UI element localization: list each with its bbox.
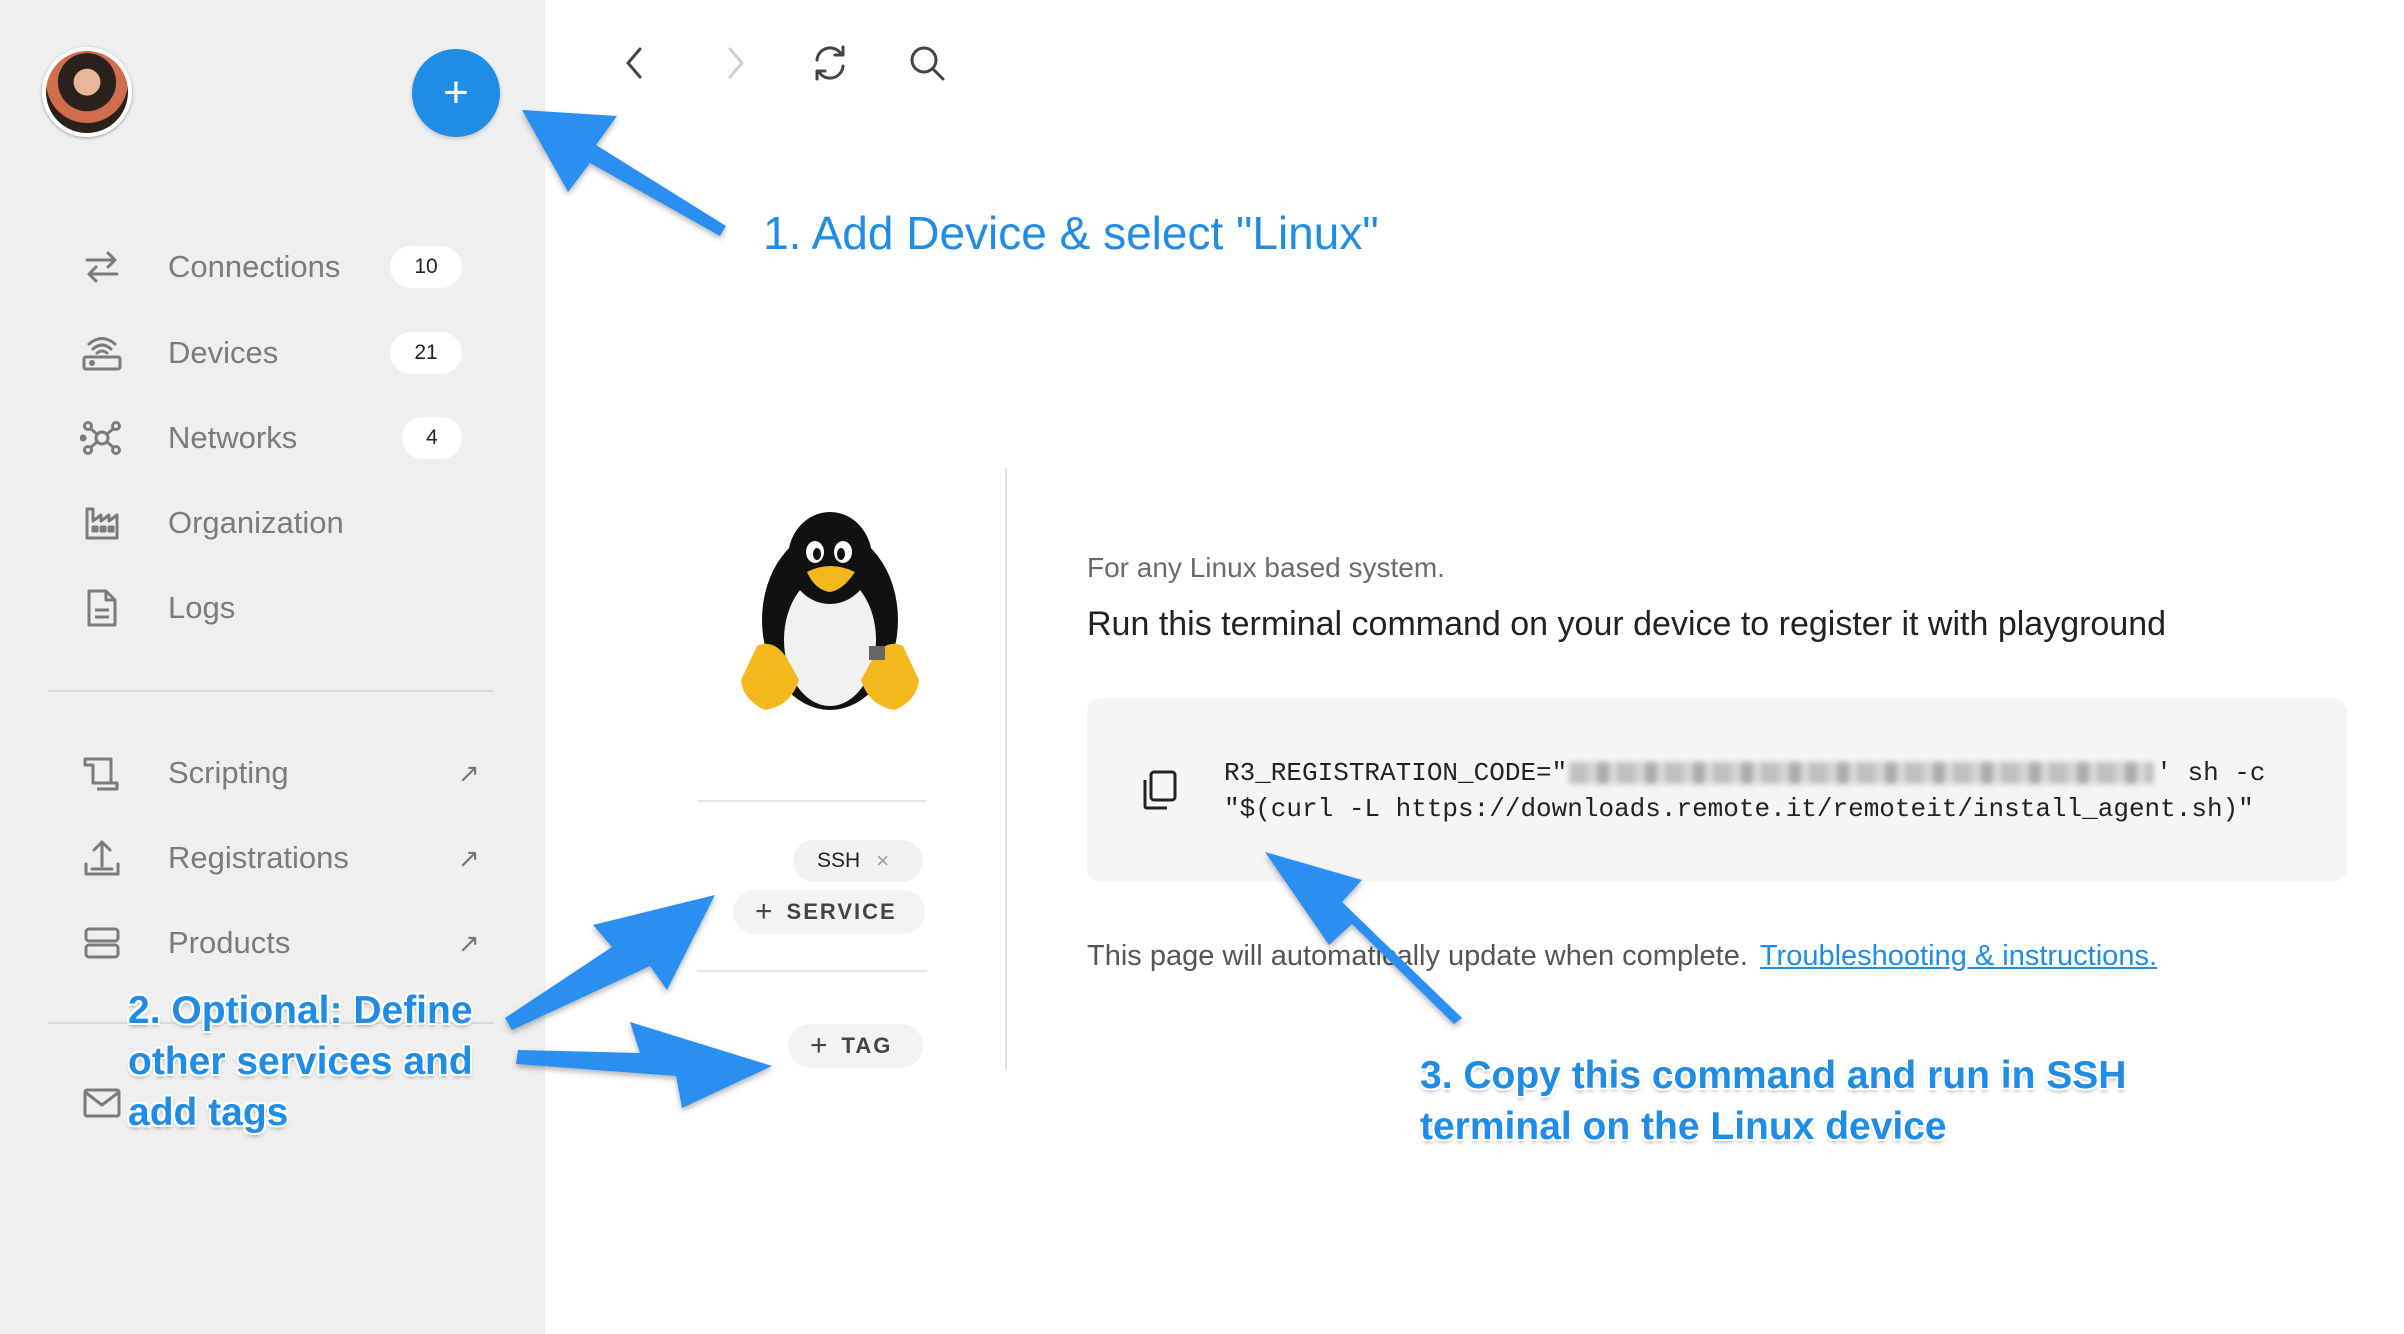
subtitle: For any Linux based system. (1087, 552, 1445, 583)
networks-icon (78, 414, 126, 462)
refresh-button[interactable] (805, 40, 855, 90)
sidebar-item-networks[interactable]: Networks 4 (0, 403, 545, 473)
count-badge: 10 (390, 246, 462, 288)
command-line-2[interactable]: "$(curl -L https://downloads.remote.it/r… (1224, 794, 2254, 824)
annotation-line: 3. Copy this command and run in SSH (1420, 1054, 2127, 1097)
annotation-line: other services and (128, 1040, 473, 1083)
logs-icon (78, 584, 126, 632)
linux-logo-icon (735, 500, 925, 720)
add-tag-button[interactable]: + TAG (788, 1024, 923, 1068)
add-tag-label: TAG (841, 1033, 893, 1058)
registrations-icon (78, 834, 126, 882)
command-box: R3_REGISTRATION_CODE=" ' sh -c "$(curl -L… (1087, 698, 2347, 882)
devices-icon (78, 329, 126, 377)
forward-icon (720, 43, 750, 88)
search-button[interactable] (902, 40, 952, 90)
count-badge: 4 (402, 417, 462, 459)
annotation-line: 2. Optional: Define (128, 989, 473, 1032)
sidebar-divider (48, 690, 494, 692)
forward-button[interactable] (710, 40, 760, 90)
plus-icon: + (810, 1029, 830, 1062)
arrow-step2b (516, 1022, 772, 1108)
vertical-divider (1005, 468, 1007, 1070)
external-link-icon: ↗ (458, 757, 480, 788)
sidebar-item-products[interactable]: Products ↗ (0, 908, 545, 978)
troubleshooting-link[interactable]: Troubleshooting & instructions. (1760, 940, 2157, 972)
annotation-step-2: 2. Optional: Define other services and a… (128, 985, 473, 1138)
app-window: + Connections 10 Devices 21 Networks 4 O… (0, 0, 2404, 1334)
arrow-step1 (522, 110, 726, 236)
organization-icon (78, 499, 126, 547)
sidebar-item-label: Registrations (168, 840, 349, 875)
status-note: This page will automatically update when… (1087, 940, 2157, 973)
count-badge: 21 (390, 332, 462, 374)
redacted-registration-code (1569, 762, 2155, 785)
external-link-icon: ↗ (458, 927, 480, 958)
plus-icon: + (755, 895, 775, 928)
back-button[interactable] (610, 40, 660, 90)
copy-icon[interactable] (1137, 768, 1181, 812)
command-prefix: R3_REGISTRATION_CODE=" (1224, 758, 1568, 788)
annotation-line: add tags (128, 1091, 289, 1134)
annotation-step-3: 3. Copy this command and run in SSH term… (1420, 1050, 2126, 1152)
scripting-icon (78, 749, 126, 797)
annotation-line: terminal on the Linux device (1420, 1105, 1947, 1148)
service-chip-label: SSH (817, 849, 861, 872)
status-note-text: This page will automatically update when… (1087, 940, 1748, 972)
avatar[interactable] (42, 47, 132, 137)
annotation-step-1: 1. Add Device & select "Linux" (763, 207, 1379, 259)
sidebar-item-logs[interactable]: Logs (0, 573, 545, 643)
sidebar-item-label: Networks (168, 420, 298, 455)
refresh-icon (810, 43, 850, 88)
instruction-heading: Run this terminal command on your device… (1087, 605, 2167, 643)
section-divider (697, 800, 927, 802)
service-chip-ssh[interactable]: SSH × (793, 840, 923, 882)
search-icon (907, 43, 947, 88)
mail-icon[interactable] (83, 1088, 121, 1123)
close-icon[interactable]: × (876, 848, 889, 874)
back-icon (620, 43, 650, 88)
sidebar-item-connections[interactable]: Connections 10 (0, 232, 545, 302)
sidebar-item-label: Products (168, 925, 291, 960)
external-link-icon: ↗ (458, 842, 480, 873)
add-device-button[interactable]: + (412, 49, 500, 137)
sidebar-item-registrations[interactable]: Registrations ↗ (0, 823, 545, 893)
sidebar-item-label: Devices (168, 335, 279, 370)
sidebar-item-label: Scripting (168, 755, 289, 790)
sidebar-item-scripting[interactable]: Scripting ↗ (0, 738, 545, 808)
sidebar-item-label: Connections (168, 249, 341, 284)
connections-icon (78, 243, 126, 291)
command-suffix: ' sh -c (2156, 758, 2266, 788)
add-service-button[interactable]: + SERVICE (733, 890, 925, 934)
add-service-label: SERVICE (786, 899, 897, 924)
sidebar-item-label: Organization (168, 505, 344, 540)
sidebar-item-label: Logs (168, 590, 236, 625)
sidebar-item-devices[interactable]: Devices 21 (0, 318, 545, 388)
command-line-1[interactable]: R3_REGISTRATION_CODE=" ' sh -c (1224, 758, 2265, 788)
products-icon (78, 919, 126, 967)
section-divider (697, 970, 927, 972)
sidebar-item-organization[interactable]: Organization (0, 488, 545, 558)
